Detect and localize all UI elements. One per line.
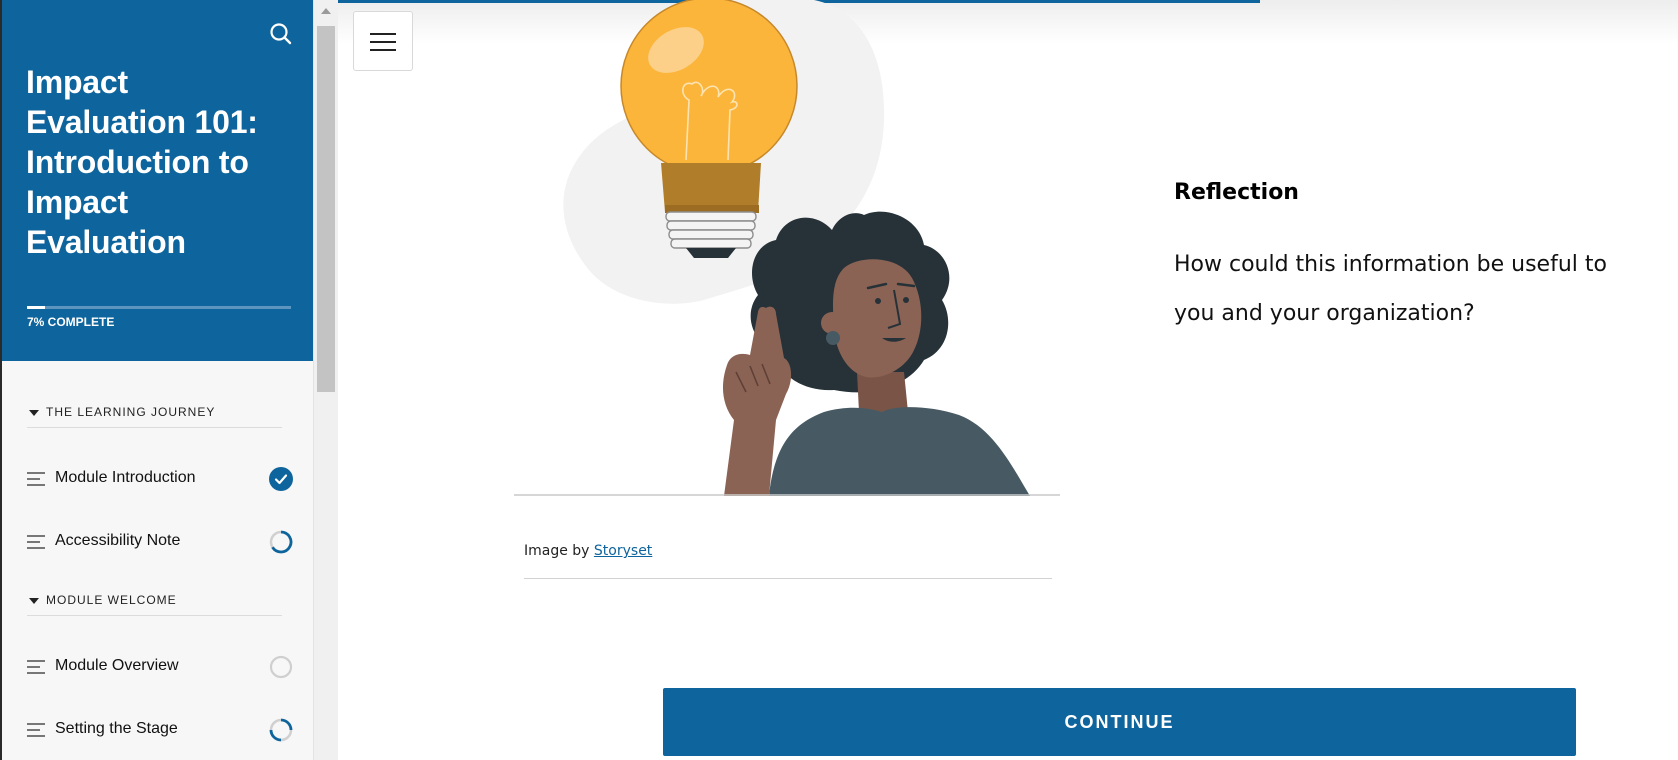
course-progress-fill bbox=[27, 306, 46, 309]
course-progress-bar bbox=[27, 306, 291, 309]
caret-down-icon bbox=[29, 410, 39, 416]
course-progress-label: 7% COMPLETE bbox=[27, 315, 115, 329]
image-caption: Image by Storyset bbox=[524, 543, 1052, 579]
lesson-lines-icon bbox=[27, 660, 45, 674]
scroll-up-arrow-icon[interactable] bbox=[321, 8, 331, 14]
search-icon[interactable] bbox=[268, 21, 294, 47]
lesson-setting-the-stage[interactable]: Setting the Stage bbox=[27, 708, 295, 752]
section-label: THE LEARNING JOURNEY bbox=[46, 405, 216, 419]
reflection-title: Reflection bbox=[1174, 180, 1299, 205]
sidebar-scrollbar[interactable] bbox=[313, 0, 338, 760]
lesson-accessibility-note[interactable]: Accessibility Note bbox=[27, 520, 295, 564]
lesson-module-introduction[interactable]: Module Introduction bbox=[27, 457, 295, 501]
course-title: Impact Evaluation 101: Introduction to I… bbox=[26, 64, 258, 260]
course-sidebar: Impact Evaluation 101: Introduction to I… bbox=[0, 0, 313, 760]
lesson-label: Module Introduction bbox=[55, 469, 196, 486]
section-the-learning-journey[interactable]: THE LEARNING JOURNEY bbox=[27, 398, 282, 428]
lesson-label: Setting the Stage bbox=[55, 720, 178, 737]
reflection-question: How could this information be useful to … bbox=[1174, 252, 1607, 326]
sidebar-header: Impact Evaluation 101: Introduction to I… bbox=[2, 0, 313, 361]
in-progress-ring-icon bbox=[269, 530, 293, 554]
lesson-label: Module Overview bbox=[55, 657, 179, 674]
in-progress-ring-icon bbox=[269, 718, 293, 742]
storyset-link[interactable]: Storyset bbox=[594, 543, 652, 559]
section-label: MODULE WELCOME bbox=[46, 593, 177, 607]
caret-down-icon bbox=[29, 598, 39, 604]
caption-prefix: Image by bbox=[524, 543, 594, 559]
lesson-lines-icon bbox=[27, 535, 45, 549]
lightbulb-idea-illustration bbox=[514, 0, 1060, 496]
lesson-lines-icon bbox=[27, 472, 45, 486]
menu-button[interactable] bbox=[353, 11, 413, 71]
continue-button[interactable]: CONTINUE bbox=[663, 688, 1576, 756]
lesson-label: Accessibility Note bbox=[55, 532, 181, 549]
lesson-content: Image by Storyset Reflection How could t… bbox=[338, 0, 1678, 760]
lesson-module-overview[interactable]: Module Overview bbox=[27, 645, 295, 689]
lesson-lines-icon bbox=[27, 723, 45, 737]
not-started-ring-icon bbox=[269, 655, 293, 679]
completed-check-icon bbox=[269, 467, 293, 491]
scrollbar-thumb[interactable] bbox=[317, 26, 335, 392]
section-module-welcome[interactable]: MODULE WELCOME bbox=[27, 586, 282, 616]
